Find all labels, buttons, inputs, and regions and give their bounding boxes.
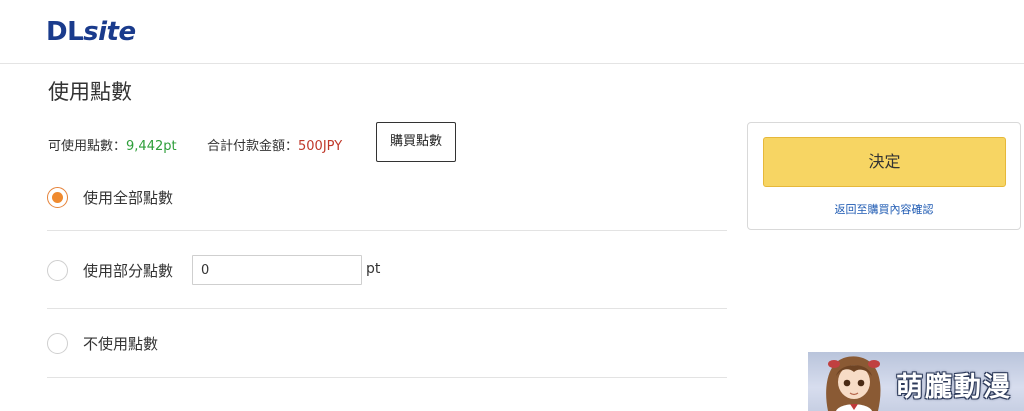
option-use-all-points[interactable]: 使用全部點數 <box>47 186 173 208</box>
divider <box>47 230 727 231</box>
watermark-text: 萌朧動漫 <box>896 372 1012 403</box>
option-label-use-all: 使用全部點數 <box>83 188 174 207</box>
total-payment-value: 500JPY <box>298 139 343 154</box>
page: DLsite 使用點數 可使用點數：9,442pt 合計付款金額：500JPY … <box>0 0 1024 411</box>
divider <box>47 377 727 378</box>
side-panel: 決定 返回至購買內容確認 <box>747 122 1021 230</box>
total-payment-label: 合計付款金額： <box>207 139 299 154</box>
page-title: 使用點數 <box>48 80 132 104</box>
logo-dl: DL <box>46 17 84 47</box>
anime-girl-icon <box>826 356 881 411</box>
site-header: DLsite <box>0 0 1024 64</box>
points-unit-label: pt <box>366 261 381 277</box>
confirm-button[interactable]: 決定 <box>763 137 1006 187</box>
back-to-purchase-link[interactable]: 返回至購買內容確認 <box>748 201 1020 217</box>
radio-use-partial-points[interactable] <box>47 259 68 281</box>
partial-points-input[interactable] <box>192 255 362 285</box>
total-payment: 合計付款金額：500JPY <box>207 138 342 156</box>
watermark: 萌朧動漫 <box>808 352 1024 411</box>
option-label-use-partial: 使用部分點數 <box>83 261 174 280</box>
dlsite-logo[interactable]: DLsite <box>46 16 136 48</box>
buy-points-button[interactable]: 購買點數 <box>376 122 456 162</box>
available-points-value: 9,442pt <box>126 139 177 154</box>
available-points-label: 可使用點數： <box>48 139 127 154</box>
available-points: 可使用點數：9,442pt <box>48 138 177 156</box>
option-no-points[interactable]: 不使用點數 <box>47 332 158 354</box>
divider <box>47 308 727 309</box>
logo-site: site <box>83 17 136 47</box>
radio-no-points[interactable] <box>47 332 68 354</box>
option-label-no-points: 不使用點數 <box>83 334 159 353</box>
option-use-partial-points[interactable]: 使用部分點數 <box>47 259 173 281</box>
radio-use-all-points[interactable] <box>47 186 68 208</box>
